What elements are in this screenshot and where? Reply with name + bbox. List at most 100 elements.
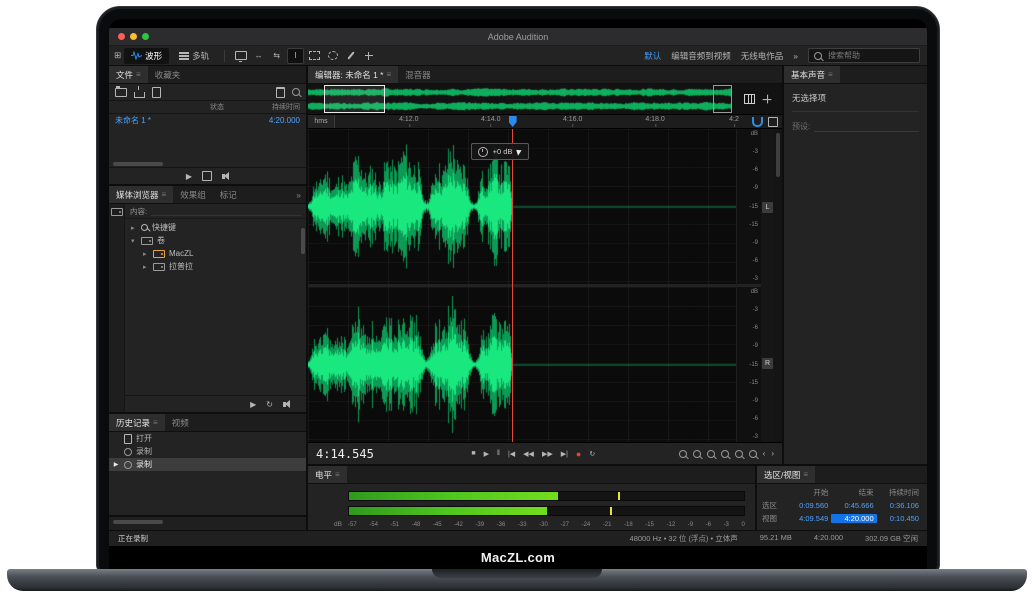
selection-start[interactable]: 0:09.560 — [786, 501, 831, 510]
tab-mixer[interactable]: 混音器 — [398, 66, 438, 83]
pan-tool-icon[interactable] — [762, 95, 771, 104]
chevron-right-icon[interactable]: ▸ — [131, 224, 137, 232]
fast-forward-button[interactable]: ▶▶ — [542, 450, 553, 458]
panel-menu-icon[interactable]: ≡ — [803, 470, 808, 479]
move-tool-icon[interactable]: ↔ — [251, 49, 266, 63]
auto-play-icon[interactable] — [202, 171, 212, 181]
zoom-full-button[interactable] — [749, 450, 757, 458]
tab-markers[interactable]: 标记 — [213, 186, 244, 203]
tab-levels[interactable]: 电平 ≡ — [308, 466, 347, 483]
panel-menu-icon[interactable]: ≡ — [162, 190, 167, 199]
vertical-scrollbar[interactable] — [774, 129, 782, 442]
time-selection-tool-icon[interactable]: I — [287, 48, 304, 64]
volume-icon[interactable] — [222, 174, 225, 179]
search-files-icon[interactable] — [292, 88, 300, 96]
open-file-icon[interactable] — [115, 88, 127, 97]
loop-playback-button[interactable]: ↻ — [589, 450, 595, 458]
history-item-record-2[interactable]: ▶ 录制 — [109, 458, 306, 471]
pause-button[interactable]: ‖ — [497, 450, 500, 457]
spot-healing-tool-icon[interactable] — [361, 49, 376, 63]
preset-dropdown[interactable] — [814, 123, 919, 132]
help-search-box[interactable] — [808, 48, 920, 63]
chevron-down-icon[interactable]: ▾ — [131, 237, 137, 245]
play-button[interactable]: ▶ — [484, 450, 489, 458]
monitor-tool-icon[interactable] — [233, 49, 248, 63]
help-search-input[interactable] — [826, 50, 914, 61]
paintbrush-tool-icon[interactable] — [343, 49, 358, 63]
zoom-selection-button[interactable] — [735, 450, 743, 458]
zoom-in-button[interactable] — [679, 450, 687, 458]
slip-tool-icon[interactable]: ⇆ — [269, 49, 284, 63]
panel-menu-icon[interactable]: ≡ — [153, 418, 158, 427]
tree-item-maczl[interactable]: ▸ MacZL — [125, 247, 306, 260]
zoom-selection-right-button[interactable]: › — [771, 449, 774, 458]
stop-button[interactable]: ■ — [471, 450, 475, 457]
timeline-settings-icon[interactable] — [768, 117, 778, 127]
content-filter-field[interactable] — [151, 207, 301, 216]
channel-right-badge[interactable]: R — [762, 358, 773, 369]
grid-toggle-icon[interactable] — [744, 94, 755, 104]
timeline-ruler[interactable]: hms 4:12.04:14.04:16.04:18.04:2 — [308, 115, 782, 129]
snap-magnet-icon[interactable] — [752, 117, 763, 127]
waveform-view-button[interactable]: 波形 — [124, 48, 169, 64]
workspace-overflow-button[interactable]: » — [793, 51, 798, 61]
ruler-unit-label[interactable]: hms — [308, 115, 335, 128]
preview-play-button[interactable]: ▶ — [250, 400, 256, 409]
tab-video[interactable]: 视频 — [165, 414, 196, 431]
preview-play-button[interactable]: ▶ — [186, 172, 192, 181]
multitrack-view-button[interactable]: 多轨 — [172, 48, 216, 64]
horizontal-scrollbar[interactable] — [113, 520, 163, 524]
selection-duration[interactable]: 0:36.106 — [877, 501, 922, 510]
tree-item-shortcuts[interactable]: ▸ 快捷键 — [125, 221, 306, 234]
history-item-record-1[interactable]: 录制 — [109, 445, 306, 458]
history-item-open[interactable]: 打开 — [109, 432, 306, 445]
channel-left-badge[interactable]: L — [762, 202, 773, 213]
file-overview-strip[interactable] — [308, 84, 782, 115]
overview-selection[interactable] — [324, 85, 385, 113]
tree-item-lapula[interactable]: ▸ 拉普拉 — [125, 260, 306, 273]
waveform-display[interactable]: +0 dB — [308, 129, 736, 442]
drive-icon[interactable] — [111, 208, 123, 216]
chevron-right-icon[interactable]: ▸ — [143, 250, 149, 258]
playhead-line[interactable] — [512, 129, 513, 442]
waveform-channel-right[interactable] — [308, 287, 736, 442]
tab-effects-rack[interactable]: 效果组 — [173, 186, 213, 203]
workspace-edit-audio-to-video[interactable]: 编辑音频到视频 — [671, 50, 731, 62]
record-button[interactable]: ● — [576, 449, 581, 459]
horizontal-scrollbar[interactable] — [113, 162, 163, 166]
marquee-selection-tool-icon[interactable] — [307, 49, 322, 63]
panel-menu-icon[interactable]: ≡ — [335, 470, 340, 479]
tree-item-volumes[interactable]: ▾ 卷 — [125, 234, 306, 247]
view-duration[interactable]: 0:10.450 — [877, 514, 922, 523]
chevron-right-icon[interactable]: ▸ — [143, 263, 149, 271]
tab-history[interactable]: 历史记录 ≡ — [109, 414, 165, 431]
volume-icon[interactable] — [283, 402, 286, 407]
panel-menu-icon[interactable]: ≡ — [828, 70, 833, 79]
tab-selection-view[interactable]: 选区/视图 ≡ — [757, 466, 815, 483]
file-list-item[interactable]: 未命名 1 * 4:20.000 — [109, 114, 306, 127]
zoom-selection-left-button[interactable]: ‹ — [763, 449, 766, 458]
new-file-icon[interactable] — [152, 87, 161, 98]
trash-icon[interactable] — [276, 87, 285, 98]
lasso-selection-tool-icon[interactable] — [325, 49, 340, 63]
import-file-icon[interactable] — [134, 92, 145, 98]
loop-icon[interactable]: ↻ — [266, 400, 273, 409]
skip-next-button[interactable]: ▶| — [561, 450, 568, 458]
tab-overflow-button[interactable]: » — [291, 186, 306, 203]
overview-view-box[interactable] — [713, 85, 732, 113]
workspace-grid-icon[interactable]: ⊞ — [114, 50, 121, 61]
vertical-scrollbar[interactable] — [301, 228, 305, 254]
panel-menu-icon[interactable]: ≡ — [136, 70, 141, 79]
tab-files[interactable]: 文件 ≡ — [109, 66, 148, 83]
tab-essential-sound[interactable]: 基本声音 ≡ — [784, 66, 840, 83]
zoom-out-button[interactable] — [693, 450, 701, 458]
zoom-out-horizontal-button[interactable] — [721, 450, 729, 458]
view-end[interactable]: 4:20.000 — [831, 514, 876, 523]
waveform-canvas-right[interactable] — [308, 287, 736, 442]
rewind-button[interactable]: ◀◀ — [523, 450, 534, 458]
panel-menu-icon[interactable]: ≡ — [386, 70, 391, 79]
tab-favorites[interactable]: 收藏夹 — [148, 66, 188, 83]
tab-media-browser[interactable]: 媒体浏览器 ≡ — [109, 186, 173, 203]
workspace-radio-production[interactable]: 无线电作品 — [741, 50, 784, 62]
tab-editor[interactable]: 编辑器: 未命名 1 * ≡ — [308, 66, 398, 83]
